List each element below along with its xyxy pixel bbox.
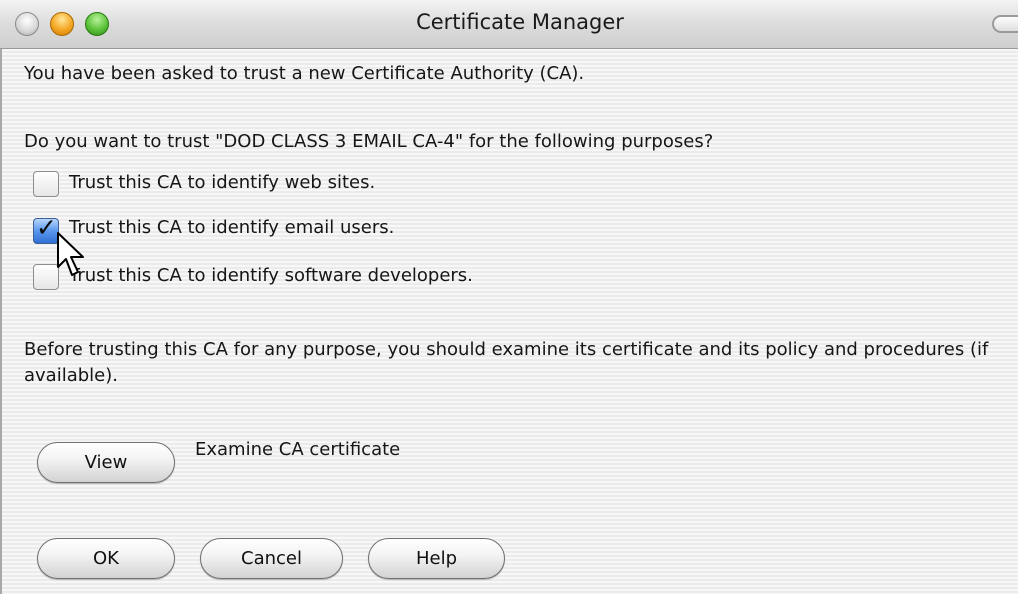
- web-sites-checkbox[interactable]: [33, 171, 59, 197]
- view-certificate-description: Examine CA certificate: [195, 439, 401, 460]
- toolbar-toggle-button[interactable]: [992, 15, 1018, 33]
- email-users-option-label[interactable]: Trust this CA to identify email users.: [69, 215, 394, 241]
- software-developers-option-label[interactable]: Trust this CA to identify software devel…: [69, 263, 473, 289]
- dialog-content: You have been asked to trust a new Certi…: [0, 49, 1018, 594]
- ok-button[interactable]: OK: [37, 538, 175, 579]
- window-title: Certificate Manager: [416, 10, 624, 34]
- web-sites-option-label[interactable]: Trust this CA to identify web sites.: [69, 170, 375, 196]
- mouse-pointer-icon: [57, 232, 84, 276]
- trust-question-text: Do you want to trust "DOD CLASS 3 EMAIL …: [24, 131, 714, 152]
- view-certificate-button[interactable]: View: [37, 442, 175, 483]
- cancel-button[interactable]: Cancel: [200, 538, 343, 579]
- trust-intro-text: You have been asked to trust a new Certi…: [24, 63, 585, 84]
- certificate-manager-window: Certificate Manager You have been asked …: [0, 0, 1018, 594]
- window-titlebar[interactable]: Certificate Manager: [0, 0, 1018, 49]
- certificate-warning-text: Before trusting this CA for any purpose,…: [24, 339, 989, 386]
- checkmark-icon: ✓: [36, 213, 57, 242]
- help-button[interactable]: Help: [368, 538, 505, 579]
